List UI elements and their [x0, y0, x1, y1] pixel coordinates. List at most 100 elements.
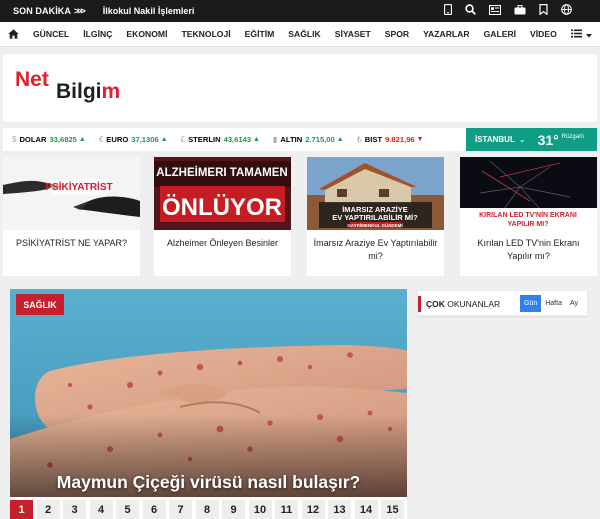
tab-day[interactable]: Gün: [520, 295, 542, 312]
logo-banner: Net Bilgim: [3, 54, 597, 122]
page-button-9[interactable]: 9: [222, 500, 245, 519]
page-button-12[interactable]: 12: [301, 500, 325, 519]
page-button-8[interactable]: 8: [195, 500, 219, 519]
page-button-2[interactable]: 2: [36, 500, 60, 519]
accent-bar: [418, 296, 421, 312]
nav-item-yazarlar[interactable]: YAZARLAR: [423, 29, 469, 39]
gold-icon: ▮: [272, 135, 278, 144]
currency-name: EURO: [106, 135, 129, 144]
logo-bilgi: Bilgi: [56, 80, 102, 103]
logo-m: m: [101, 80, 121, 103]
nav-item-siyaset[interactable]: SİYASET: [335, 29, 371, 39]
nav-item-ekonomi[interactable]: EKONOMİ: [126, 29, 167, 39]
card-image-text: EV YAPTIRILABİLİR Mİ?: [332, 213, 418, 222]
down-arrow-icon: ▼: [416, 136, 424, 143]
list-icon: [570, 25, 582, 43]
lira-icon: ₺: [356, 135, 362, 144]
nav-item-teknoloji[interactable]: TEKNOLOJİ: [181, 29, 230, 39]
home-icon[interactable]: [8, 29, 19, 39]
page-button-1[interactable]: 1: [10, 500, 33, 519]
page-button-10[interactable]: 10: [248, 500, 272, 519]
page-button-14[interactable]: 14: [354, 500, 378, 519]
news-icon[interactable]: [488, 2, 502, 20]
nav-item-guncel[interactable]: GÜNCEL: [33, 29, 69, 39]
page-button-15[interactable]: 15: [381, 500, 404, 519]
nav-item-spor[interactable]: SPOR: [385, 29, 409, 39]
news-card-title: Kırılan LED TV'nin Ekranı Yapılır mı?: [477, 238, 580, 261]
currency-name: DOLAR: [19, 135, 47, 144]
mobile-icon[interactable]: [443, 2, 453, 20]
most-read-tabs: Gün Hafta Ay: [520, 295, 582, 312]
category-badge[interactable]: SAĞLIK: [16, 294, 64, 315]
logo-net: Net: [15, 68, 49, 91]
page-button-13[interactable]: 13: [328, 500, 351, 519]
currency-value: 37,1306: [131, 135, 159, 144]
weather-desc: Rüzgarlı: [561, 133, 585, 140]
search-icon[interactable]: [465, 2, 476, 20]
currency-value: 9.821,96: [385, 135, 415, 144]
ticker-arrows: >>>: [74, 6, 86, 16]
headline-title[interactable]: Maymun Çiçeği virüsü nasıl bulaşır?: [10, 472, 407, 493]
more-menu-button[interactable]: [570, 25, 592, 43]
nav-item-galeri[interactable]: GALERİ: [484, 29, 516, 39]
caret-down-icon: [585, 25, 592, 43]
weather-city[interactable]: İSTANBUL: [475, 135, 515, 144]
news-card-imarsiz-arazi[interactable]: İMARSIZ ARAZİYE EV YAPTIRILABİLİR Mİ? GA…: [307, 157, 444, 276]
up-arrow-icon: ▲: [160, 136, 168, 143]
breaking-news-label: SON DAKİKA: [13, 6, 72, 16]
news-card-image: PSİKİYATRİST: [3, 157, 140, 230]
weather-widget[interactable]: İSTANBUL ⌄ 31° Rüzgarlı: [466, 128, 597, 151]
headline-image: [10, 289, 407, 497]
currency-bist[interactable]: ₺ BIST 9.821,96 ▼: [357, 135, 424, 144]
euro-icon: €: [98, 135, 104, 144]
most-read-title: ÇOK OKUNANLAR: [426, 299, 501, 309]
weather-temp: 31°: [537, 131, 559, 148]
card-image-text: PSİKİYATRİST: [45, 180, 112, 193]
chevron-down-icon: ⌄: [518, 135, 526, 144]
dollar-icon: $: [12, 135, 17, 144]
nav-item-egitim[interactable]: EĞİTİM: [245, 29, 275, 39]
up-arrow-icon: ▲: [253, 136, 260, 143]
page-button-4[interactable]: 4: [89, 500, 113, 519]
tab-month[interactable]: Ay: [566, 295, 582, 312]
currency-altin[interactable]: ▮ ALTIN 2.715,00 ▲: [273, 135, 344, 144]
news-card-image: İMARSIZ ARAZİYE EV YAPTIRILABİLİR Mİ? GA…: [307, 157, 444, 230]
page-button-3[interactable]: 3: [63, 500, 86, 519]
top-icon-bar: [443, 0, 572, 22]
currency-value: 43,6143: [223, 135, 252, 144]
currency-euro[interactable]: € EURO 37,1306 ▲: [99, 135, 168, 144]
currency-name: STERLIN: [188, 135, 221, 144]
globe-icon[interactable]: [561, 2, 572, 20]
news-card-led-tv[interactable]: KIRILAN LED TV'NİN EKRANI YAPILIR MI? Kı…: [460, 157, 597, 276]
currency-bar: $ DOLAR 33,6825 ▲ € EURO 37,1306 ▲ £ STE…: [3, 128, 597, 151]
tab-week[interactable]: Hafta: [541, 295, 566, 312]
currency-name: BIST: [364, 135, 383, 144]
headline-slide[interactable]: SAĞLIK Maymun Çiçeği virüsü nasıl bulaşı…: [10, 289, 407, 497]
page-button-7[interactable]: 7: [169, 500, 192, 519]
currency-sterlin[interactable]: £ STERLIN 43,6143 ▲: [181, 135, 260, 144]
main-nav: GÜNCEL İLGİNÇ EKONOMİ TEKNOLOJİ EĞİTİM S…: [0, 22, 600, 47]
breaking-news-ticker: SON DAKİKA >>> İlkokul Nakil İşlemleri: [0, 0, 600, 22]
card-image-text: YAPILIR MI?: [508, 221, 549, 228]
page-button-11[interactable]: 11: [275, 500, 298, 519]
bookmark-icon[interactable]: [539, 2, 548, 20]
up-arrow-icon: ▲: [336, 136, 344, 143]
ticker-headline[interactable]: İlkokul Nakil İşlemleri: [103, 6, 195, 16]
pound-icon: £: [180, 135, 186, 144]
page-button-5[interactable]: 5: [116, 500, 139, 519]
page-button-6[interactable]: 6: [142, 500, 166, 519]
news-card-image: ALZHEİMERI TAMAMEN ÖNLÜYOR: [154, 157, 291, 230]
card-image-text: ALZHEİMERI TAMAMEN: [156, 166, 287, 179]
nav-item-ilginc[interactable]: İLGİNÇ: [83, 29, 112, 39]
news-card-title: Alzheimer Önleyen Besinler: [166, 238, 279, 248]
currency-name: ALTIN: [280, 135, 303, 144]
currency-value: 33,6825: [49, 135, 77, 144]
nav-item-saglik[interactable]: SAĞLIK: [288, 29, 320, 39]
nav-item-video[interactable]: VİDEO: [530, 29, 557, 39]
currency-dolar[interactable]: $ DOLAR 33,6825 ▲: [12, 135, 86, 144]
news-card-psikiyatrist[interactable]: PSİKİYATRİST PSİKİYATRİST NE YAPAR?: [3, 157, 140, 276]
briefcase-icon[interactable]: [514, 2, 526, 20]
news-card-alzheimer[interactable]: ALZHEİMERI TAMAMEN ÖNLÜYOR Alzheimer Önl…: [154, 157, 291, 276]
logo-bilgim: Bilgim: [56, 80, 120, 104]
currency-value: 2.715,00: [305, 135, 335, 144]
